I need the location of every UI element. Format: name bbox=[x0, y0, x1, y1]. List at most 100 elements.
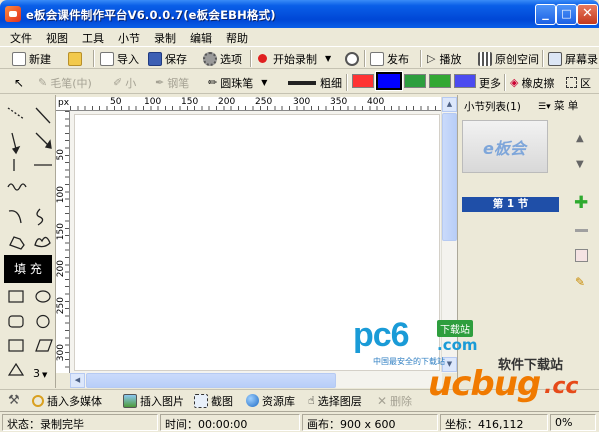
menu-section[interactable]: 小节 bbox=[118, 30, 140, 46]
small-tool[interactable]: ✐ 小 bbox=[113, 74, 136, 91]
eraser-label: 橡皮擦 bbox=[521, 76, 555, 90]
chevron-down-icon: ▼ bbox=[42, 371, 48, 379]
screen-record-button[interactable]: 屏幕录 bbox=[548, 50, 598, 67]
color-swatch-light-blue[interactable] bbox=[454, 74, 476, 88]
main-toolbar: 新建 导入 保存 选项 开始录制 ▼ 发布 ▷ 播放 原创空间 屏幕录 bbox=[0, 46, 599, 69]
chevron-down-icon: ▼ bbox=[261, 78, 268, 87]
ruler-tick: 250 bbox=[255, 97, 273, 107]
color-swatch-red[interactable] bbox=[352, 74, 374, 88]
media-icon bbox=[32, 394, 44, 407]
select-layer-button[interactable]: ☝ 选择图层 bbox=[308, 392, 362, 409]
color-swatch-green[interactable] bbox=[429, 74, 451, 88]
menu-tools[interactable]: 工具 bbox=[82, 30, 104, 46]
region-tool[interactable]: 区 bbox=[566, 74, 591, 91]
settings-button[interactable]: ⚒ bbox=[8, 392, 20, 409]
thickness-label: 粗细 bbox=[320, 76, 342, 90]
scroll-up-icon[interactable]: ▲ bbox=[442, 97, 457, 112]
scroll-left-icon[interactable]: ◀ bbox=[70, 373, 85, 388]
left-ruler: 50 100 150 200 250 300 bbox=[56, 111, 70, 373]
vertical-scroll-thumb[interactable] bbox=[442, 113, 457, 241]
new-button[interactable]: 新建 bbox=[12, 50, 51, 67]
section-list-title: 小节列表(1) bbox=[464, 101, 521, 113]
ruler-tick: 150 bbox=[181, 97, 199, 107]
square-icon bbox=[8, 339, 24, 352]
delete-button[interactable]: ✕ 删除 bbox=[377, 392, 412, 409]
image-icon bbox=[123, 393, 137, 408]
rectangle-icon bbox=[8, 290, 24, 303]
ruler-tick: 200 bbox=[56, 260, 66, 278]
more-colors-button[interactable]: 更多 bbox=[479, 74, 501, 91]
close-button[interactable]: ✕ bbox=[577, 4, 598, 25]
section-thumbnail[interactable]: e板会 bbox=[462, 120, 548, 173]
rounded-rect-icon bbox=[8, 315, 24, 328]
circle-icon bbox=[36, 314, 50, 329]
insert-image-label: 插入图片 bbox=[140, 394, 184, 408]
record-dot-icon bbox=[258, 54, 267, 63]
maximize-button[interactable]: □ bbox=[556, 4, 577, 25]
pointer-tool[interactable]: ↖ bbox=[14, 74, 24, 91]
ballpen-icon: ✏ bbox=[208, 76, 218, 89]
section-image-icon[interactable] bbox=[575, 249, 588, 262]
publish-button[interactable]: 发布 bbox=[370, 50, 409, 67]
screenshot-icon bbox=[194, 393, 208, 408]
horizontal-scroll-thumb[interactable] bbox=[86, 373, 336, 388]
ruler-tick: 300 bbox=[56, 344, 66, 362]
double-arrow-icon bbox=[35, 132, 49, 146]
ruler-tick: 100 bbox=[56, 186, 66, 204]
save-icon bbox=[148, 51, 162, 66]
play-icon: ▷ bbox=[427, 52, 436, 65]
menu-icon: ☰▾ bbox=[538, 102, 551, 112]
status-bar: 状态：录制完毕 时间：00:00:00 画布：900 x 600 坐标：416,… bbox=[0, 411, 599, 432]
play-button[interactable]: ▷ 播放 bbox=[427, 50, 461, 67]
ballpen-tool[interactable]: ✏ 圆珠笔 ▼ bbox=[208, 74, 267, 91]
polygon-sides-select[interactable]: 3 ▼ bbox=[33, 367, 47, 380]
minimize-button[interactable]: _ bbox=[535, 4, 556, 25]
menu-edit[interactable]: 编辑 bbox=[190, 30, 212, 46]
shape-icons bbox=[7, 290, 53, 376]
ruler-tick: 300 bbox=[293, 97, 311, 107]
target-button[interactable] bbox=[345, 50, 362, 67]
move-down-icon[interactable]: ▼ bbox=[576, 159, 584, 170]
move-up-icon[interactable]: ▲ bbox=[576, 133, 584, 144]
add-section-icon[interactable]: ✚ bbox=[574, 195, 588, 212]
save-button[interactable]: 保存 bbox=[148, 50, 187, 67]
status-zoom: 0% bbox=[550, 414, 596, 431]
section-menu-button[interactable]: ☰▾ 菜 单 bbox=[538, 98, 578, 113]
eraser-tool[interactable]: ◈ 橡皮擦 bbox=[510, 74, 554, 91]
menu-record[interactable]: 录制 bbox=[154, 30, 176, 46]
insert-image-button[interactable]: 插入图片 bbox=[123, 392, 184, 409]
play-label: 播放 bbox=[439, 52, 462, 66]
origin-space-button[interactable]: 原创空间 bbox=[478, 50, 539, 67]
status-time: 时间：00:00:00 bbox=[160, 414, 300, 431]
insert-media-label: 插入多媒体 bbox=[47, 394, 102, 408]
menu-view[interactable]: 视图 bbox=[46, 30, 68, 46]
fill-toggle-button[interactable]: 填 充 bbox=[4, 255, 52, 283]
screenshot-button[interactable]: 截图 bbox=[194, 392, 233, 409]
menu-file[interactable]: 文件 bbox=[10, 30, 32, 46]
wave-icon bbox=[7, 183, 27, 191]
color-swatch-dark-green[interactable] bbox=[404, 74, 426, 88]
brush-tool[interactable]: ✎ 毛笔(中) bbox=[38, 74, 92, 91]
library-button[interactable]: 资源库 bbox=[246, 392, 295, 409]
section-item-1[interactable]: 第 1 节 bbox=[462, 197, 559, 212]
window-title: e板会课件制作平台V6.0.0.7(e板会EBH格式) bbox=[26, 8, 276, 22]
magic-wand-icon[interactable]: ✎ bbox=[575, 275, 585, 289]
chevron-down-icon: ▼ bbox=[325, 54, 332, 63]
save-label: 保存 bbox=[165, 52, 187, 66]
start-record-button[interactable]: 开始录制 ▼ bbox=[258, 50, 331, 67]
options-button[interactable]: 选项 bbox=[203, 50, 242, 67]
remove-section-icon[interactable] bbox=[575, 229, 588, 232]
color-swatch-blue-selected[interactable] bbox=[375, 71, 403, 91]
menu-help[interactable]: 帮助 bbox=[226, 30, 248, 46]
status-canvas-size: 画布：900 x 600 bbox=[302, 414, 438, 431]
hand-icon: ☝ bbox=[308, 394, 315, 407]
publish-label: 发布 bbox=[387, 52, 409, 66]
thickness-selector[interactable]: 粗细 bbox=[288, 74, 342, 91]
polygon-sides-value: 3 bbox=[33, 367, 40, 380]
import-button[interactable]: 导入 bbox=[100, 50, 139, 67]
select-layer-label: 选择图层 bbox=[317, 394, 362, 408]
open-button[interactable] bbox=[68, 50, 85, 67]
pc6-badge: 下载站 bbox=[437, 320, 473, 337]
pen-tool[interactable]: ✒ 钢笔 bbox=[155, 74, 189, 91]
insert-media-button[interactable]: 插入多媒体 bbox=[32, 392, 102, 409]
